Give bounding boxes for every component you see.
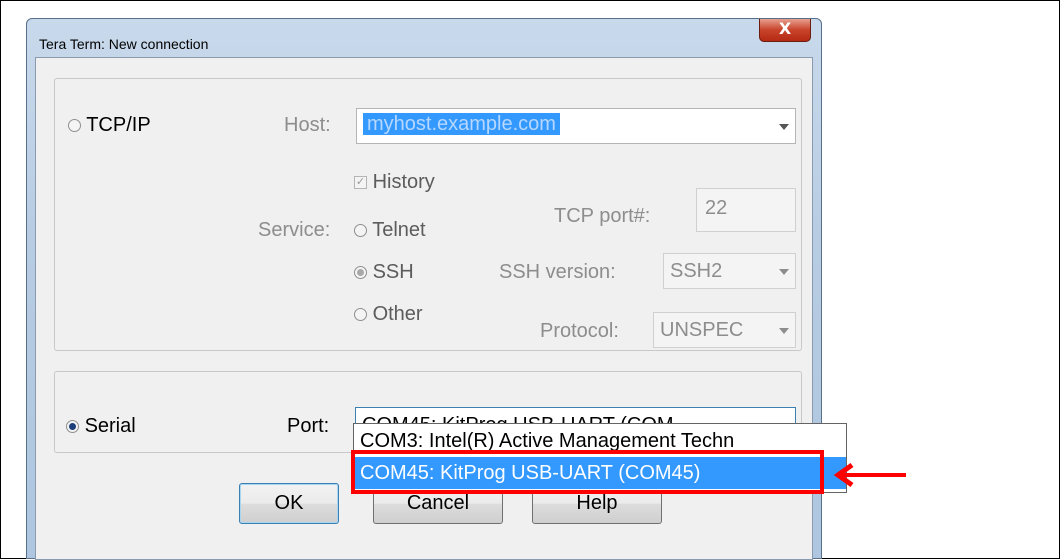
host-label: Host:	[284, 114, 331, 136]
ssh-radio[interactable]	[354, 266, 367, 280]
history-checkbox[interactable]: ✓	[354, 176, 367, 190]
telnet-radio[interactable]	[354, 224, 367, 238]
other-radio[interactable]	[354, 308, 367, 322]
chevron-down-icon[interactable]	[779, 124, 789, 130]
port-label: Port:	[287, 415, 330, 437]
tcp-port-label: TCP port#:	[554, 205, 651, 227]
annotation-highlight-box	[351, 450, 824, 494]
close-icon: X	[778, 19, 792, 38]
telnet-option[interactable]: Telnet	[354, 219, 426, 242]
ssh-version-label: SSH version:	[499, 261, 616, 283]
tcpip-radio[interactable]	[68, 119, 81, 133]
history-option[interactable]: ✓ History	[354, 171, 435, 194]
telnet-label: Telnet	[372, 219, 426, 241]
other-label: Other	[372, 303, 423, 325]
tcp-port-field[interactable]: 22	[696, 188, 796, 232]
title-bar[interactable]: Tera Term: New connection X	[27, 19, 821, 55]
chevron-down-icon[interactable]	[779, 269, 789, 275]
red-arrow-icon	[833, 462, 906, 488]
ssh-version-combo[interactable]: SSH2	[663, 253, 796, 289]
window-title: Tera Term: New connection	[39, 36, 209, 52]
ssh-option[interactable]: SSH	[354, 261, 414, 284]
ssh-label: SSH	[372, 261, 414, 283]
protocol-label: Protocol:	[540, 320, 619, 342]
other-option[interactable]: Other	[354, 303, 423, 326]
serial-radio[interactable]	[66, 420, 79, 434]
host-combo[interactable]: myhost.example.com	[356, 108, 796, 144]
close-button[interactable]: X	[759, 19, 811, 42]
serial-radio-option[interactable]: Serial	[66, 415, 136, 438]
ok-button[interactable]: OK	[239, 483, 339, 524]
tcp-port-value: 22	[705, 197, 728, 219]
protocol-combo[interactable]: UNSPEC	[653, 312, 796, 348]
serial-label: Serial	[84, 415, 136, 437]
chevron-down-icon[interactable]	[779, 328, 789, 334]
host-input[interactable]: myhost.example.com	[363, 113, 560, 135]
service-label: Service:	[258, 219, 331, 241]
tcpip-radio-option[interactable]: TCP/IP	[68, 114, 151, 137]
protocol-value: UNSPEC	[660, 319, 744, 341]
history-label: History	[372, 171, 435, 193]
tcpip-label: TCP/IP	[86, 114, 151, 136]
ssh-version-value: SSH2	[670, 260, 723, 282]
